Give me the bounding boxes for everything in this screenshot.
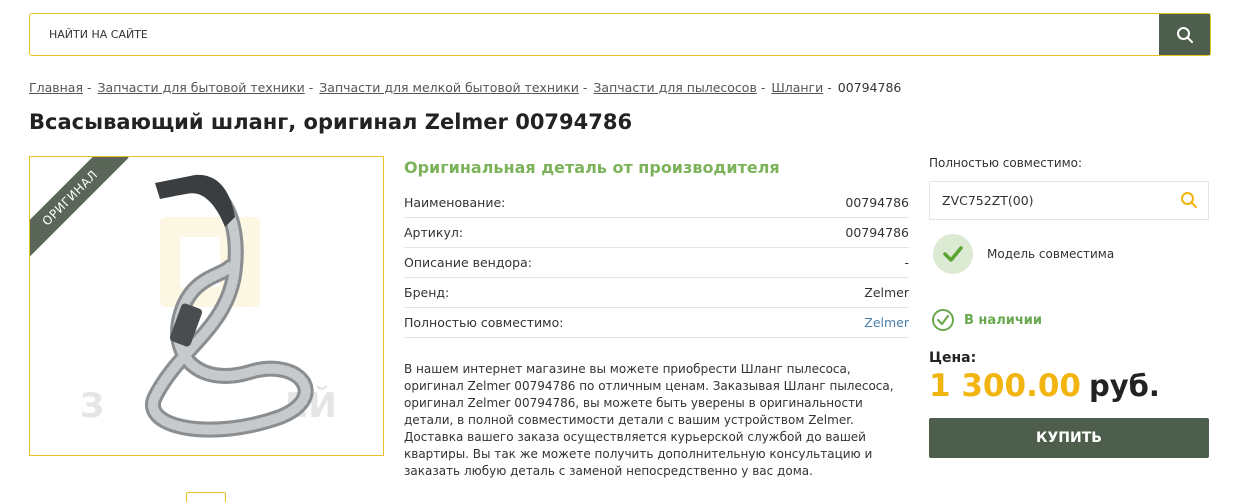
breadcrumb-separator: - bbox=[87, 80, 92, 95]
stock-text: В наличии bbox=[964, 312, 1042, 328]
thumbnail-selector[interactable] bbox=[186, 492, 226, 502]
price: 1 300.00 руб. bbox=[929, 368, 1209, 404]
breadcrumb-separator: - bbox=[760, 80, 766, 95]
product-description: В нашем интернет магазине вы можете прио… bbox=[404, 362, 894, 478]
ribbon-corner: ОРИГИНАЛ bbox=[30, 157, 130, 257]
stock-status: В наличии bbox=[931, 308, 1209, 332]
search-icon bbox=[1176, 26, 1193, 43]
breadcrumb-link-home[interactable]: Главная bbox=[29, 80, 83, 95]
breadcrumb-link-appliance-parts[interactable]: Запчасти для бытовой техники bbox=[98, 80, 305, 95]
spec-label: Наименование: bbox=[404, 195, 506, 210]
breadcrumb-current: 00794786 bbox=[837, 80, 902, 95]
compat-search-box bbox=[929, 181, 1209, 220]
spec-label: Бренд: bbox=[404, 285, 450, 300]
search-button[interactable] bbox=[1159, 14, 1210, 55]
spec-row: Артикул: 00794786 bbox=[404, 218, 909, 248]
site-search bbox=[29, 13, 1211, 56]
price-label: Цена: bbox=[929, 350, 977, 366]
spec-row: Описание вендора: - bbox=[404, 248, 909, 278]
spec-value: 00794786 bbox=[845, 195, 909, 210]
check-circle-icon bbox=[932, 309, 954, 331]
page-title: Всасывающий шланг, оригинал Zelmer 00794… bbox=[29, 110, 633, 134]
spec-table: Наименование: 00794786 Артикул: 00794786… bbox=[404, 188, 909, 338]
spec-label: Полностью совместимо: bbox=[404, 315, 564, 330]
breadcrumb-link-vacuum-parts[interactable]: Запчасти для пылесосов bbox=[593, 80, 756, 95]
product-details: Оригинальная деталь от производителя Наи… bbox=[404, 158, 909, 480]
compatible-brand-link[interactable]: Zelmer bbox=[864, 308, 909, 337]
price-amount: 1 300.00 bbox=[929, 368, 1081, 404]
spec-row: Бренд: Zelmer bbox=[404, 278, 909, 308]
spec-value: - bbox=[904, 255, 909, 270]
breadcrumb-link-hoses[interactable]: Шланги bbox=[771, 80, 823, 95]
compat-status-text: Модель совместима bbox=[987, 247, 1115, 261]
search-input[interactable] bbox=[30, 14, 1160, 55]
compat-model-input[interactable] bbox=[930, 182, 1170, 219]
breadcrumb-link-small-appliance-parts[interactable]: Запчасти для мелкой бытовой техники bbox=[319, 80, 579, 95]
compat-label: Полностью совместимо: bbox=[929, 156, 1083, 170]
spec-label: Артикул: bbox=[404, 225, 464, 240]
buy-button[interactable]: КУПИТЬ bbox=[929, 418, 1209, 458]
compat-status: Модель совместима bbox=[933, 234, 1209, 274]
original-ribbon: ОРИГИНАЛ bbox=[30, 157, 129, 257]
breadcrumb-separator: - bbox=[582, 80, 588, 95]
search-icon[interactable] bbox=[1180, 191, 1198, 209]
purchase-panel: Полностью совместимо: Модель совместима … bbox=[929, 156, 1209, 458]
product-image-frame[interactable]: З ЕЙ ОРИГИНАЛ bbox=[29, 156, 384, 456]
breadcrumb-separator: - bbox=[827, 80, 832, 95]
breadcrumb: Главная - Запчасти для бытовой техники - Зап… bbox=[29, 80, 901, 95]
check-icon bbox=[933, 234, 973, 274]
details-heading: Оригинальная деталь от производителя bbox=[404, 158, 780, 177]
spec-label: Описание вендора: bbox=[404, 255, 532, 270]
price-currency: руб. bbox=[1089, 369, 1160, 403]
svg-text:З: З bbox=[80, 386, 104, 426]
breadcrumb-separator: - bbox=[308, 80, 314, 95]
spec-value: Zelmer bbox=[864, 285, 909, 300]
spec-row: Полностью совместимо: Zelmer bbox=[404, 308, 909, 338]
spec-value: 00794786 bbox=[845, 225, 909, 240]
spec-row: Наименование: 00794786 bbox=[404, 188, 909, 218]
